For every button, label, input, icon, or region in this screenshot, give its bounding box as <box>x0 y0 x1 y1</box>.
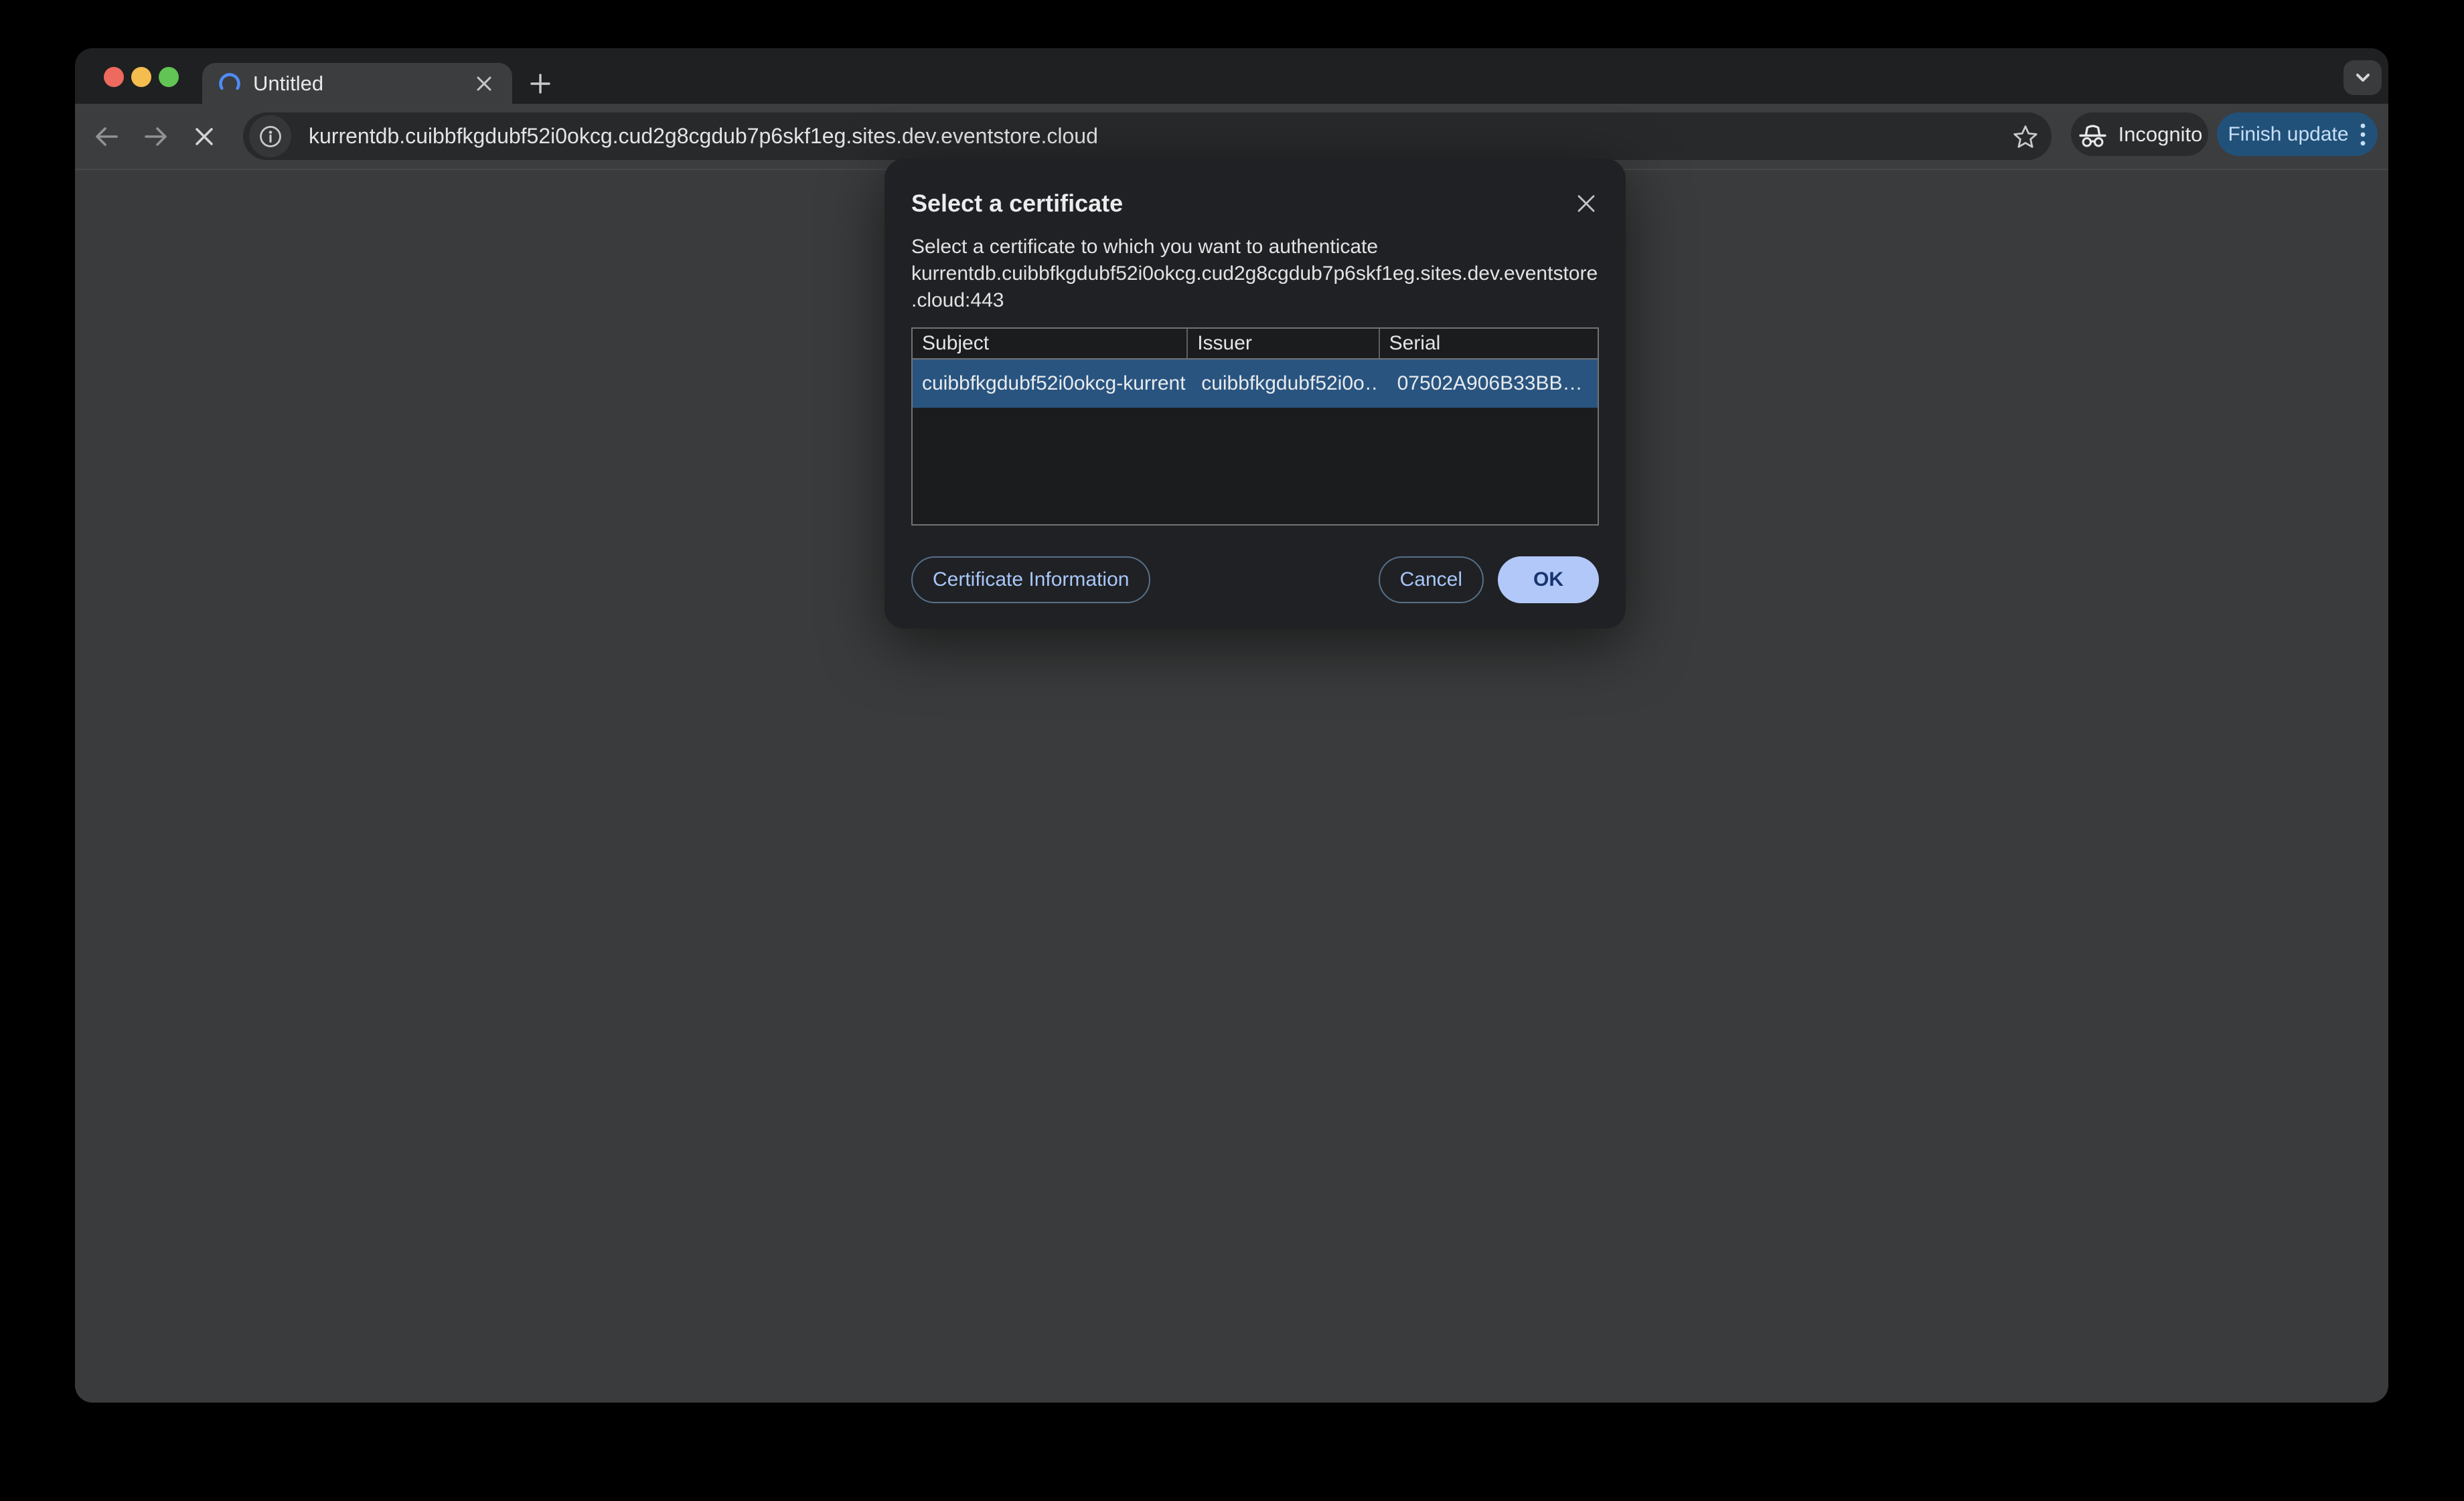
incognito-badge: Incognito <box>2071 112 2208 156</box>
certificate-information-button[interactable]: Certificate Information <box>911 556 1151 603</box>
column-header-serial: Serial <box>1378 329 1598 358</box>
dialog-title: Select a certificate <box>911 189 1124 217</box>
back-button[interactable] <box>91 121 122 152</box>
dialog-actions: Certificate Information Cancel OK <box>911 556 1599 603</box>
column-header-subject: Subject <box>922 332 990 354</box>
cancel-button[interactable]: Cancel <box>1378 556 1484 603</box>
window-zoom-button[interactable] <box>159 67 179 87</box>
window-minimize-button[interactable] <box>131 67 151 87</box>
close-icon <box>1577 195 1595 212</box>
certificate-serial: 07502A906B33BB… <box>1397 372 1583 394</box>
chevron-down-icon <box>2356 74 2370 82</box>
arrow-right-icon <box>145 127 167 146</box>
window-close-button[interactable] <box>104 67 124 87</box>
certificate-issuer: cuibbfkgdubf52i0o… <box>1201 372 1379 394</box>
kebab-menu-icon <box>2360 123 2365 145</box>
certificate-table-header: Subject Issuer Serial <box>913 329 1598 360</box>
address-bar[interactable]: kurrentdb.cuibbfkgdubf52i0okcg.cud2g8cgd… <box>243 112 2052 160</box>
tab-untitled[interactable]: Untitled <box>202 63 512 104</box>
tab-search-chevron-button[interactable] <box>2343 60 2382 95</box>
ok-button[interactable]: OK <box>1498 556 1599 603</box>
close-icon <box>196 128 213 145</box>
tab-strip: Untitled <box>75 48 2388 104</box>
dialog-description-host: kurrentdb.cuibbfkgdubf52i0okcg.cud2g8cgd… <box>911 262 1598 311</box>
certificate-table: Subject Issuer Serial cuibbfkgdubf52i0ok… <box>911 327 1599 526</box>
certificate-row[interactable]: cuibbfkgdubf52i0okcg-kurrent… cuibbfkgdu… <box>913 360 1598 408</box>
stop-loading-button[interactable] <box>189 121 220 152</box>
star-icon <box>2013 125 2037 148</box>
incognito-icon <box>2078 125 2106 147</box>
forward-button[interactable] <box>141 121 171 152</box>
certificate-subject: cuibbfkgdubf52i0okcg-kurrent… <box>922 372 1187 394</box>
tab-title: Untitled <box>253 71 324 95</box>
select-certificate-dialog: Select a certificate Select a certificat… <box>884 159 1626 629</box>
tab-close-icon[interactable] <box>469 69 499 98</box>
site-info-button[interactable] <box>249 115 291 157</box>
finish-update-button[interactable]: Finish update <box>2217 112 2378 156</box>
new-tab-button[interactable] <box>522 66 558 102</box>
url-text[interactable]: kurrentdb.cuibbfkgdubf52i0okcg.cud2g8cgd… <box>309 124 2009 149</box>
dialog-description-intro: Select a certificate to which you want t… <box>911 236 1379 258</box>
info-icon <box>259 125 281 147</box>
dialog-close-button[interactable] <box>1571 188 1602 219</box>
finish-update-label: Finish update <box>2228 123 2349 145</box>
bookmark-star-button[interactable] <box>2009 120 2042 153</box>
incognito-label: Incognito <box>2118 122 2203 146</box>
column-header-issuer: Issuer <box>1186 329 1378 358</box>
tab-loading-spinner-icon <box>218 72 241 95</box>
dialog-description: Select a certificate to which you want t… <box>911 234 1599 314</box>
arrow-left-icon <box>96 127 118 146</box>
